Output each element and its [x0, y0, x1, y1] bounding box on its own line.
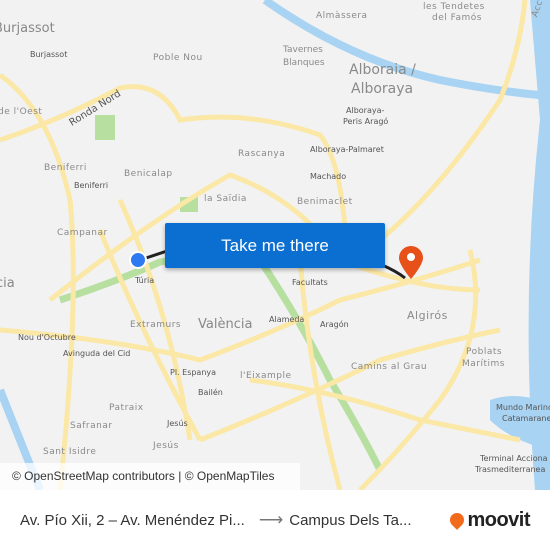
map-label: Blanques — [283, 58, 325, 68]
map-label: Jesús — [167, 419, 188, 428]
moovit-wordmark: moovit — [467, 508, 530, 531]
map-label: Terminal Acciona — [480, 454, 548, 463]
map-label: Tavernes — [283, 45, 323, 55]
map-label: València — [198, 317, 253, 332]
map-label: de l'Oest — [0, 107, 43, 117]
map-label: Safranar — [70, 421, 113, 431]
origin-marker[interactable] — [129, 251, 147, 269]
map-label: Alboraya — [351, 81, 414, 97]
map-attribution[interactable]: © OpenStreetMap contributors | © OpenMap… — [0, 463, 300, 490]
map-label: del Famós — [432, 13, 482, 23]
map-label: Beniferri — [44, 163, 87, 173]
map-label: Benicalap — [124, 169, 173, 179]
map-label: Camins al Grau — [351, 362, 428, 372]
map-label: Burjassot — [0, 21, 55, 36]
map-label: Alameda — [269, 315, 305, 324]
map-label: Burjassot — [30, 50, 68, 59]
map-label: Túria — [135, 276, 155, 285]
map-label: Bailén — [198, 388, 223, 397]
map-label: Algirós — [407, 309, 448, 322]
route-footer: Av. Pío Xii, 2 – Av. Menéndez Pi... ⟶ Ca… — [0, 490, 550, 550]
map-label: Sant Isidre — [43, 447, 97, 457]
destination-name: Campus Dels Ta... — [289, 511, 412, 529]
map-label: Extramurs — [130, 320, 182, 330]
map[interactable]: Almàssera les Tendetes del Famós Burjass… — [0, 0, 550, 490]
map-label: l'Eixample — [240, 371, 292, 381]
map-label: Trasmediterranea — [475, 465, 546, 474]
map-label: Beniferri — [74, 181, 109, 190]
map-label: Machado — [310, 172, 347, 181]
map-label: Mundo Marino — [496, 403, 550, 412]
take-me-there-button[interactable]: Take me there — [165, 223, 385, 268]
map-label: Alboraia / — [349, 62, 416, 78]
map-label: Rascanya — [238, 149, 286, 159]
map-label: Poble Nou — [153, 53, 203, 63]
map-label: Jesús — [153, 441, 179, 451]
moovit-pin-icon — [447, 510, 468, 530]
map-label: Catamaranes — [502, 414, 550, 423]
map-label: la Saïdia — [204, 194, 247, 204]
map-label: les Tendetes — [423, 2, 485, 12]
map-label: Marítims — [462, 359, 505, 369]
map-label: Nou d'Octubre — [18, 333, 76, 342]
map-label: Peris Aragó — [343, 117, 389, 126]
map-label: Facultats — [292, 278, 328, 287]
arrow-right-icon: ⟶ — [258, 510, 284, 529]
map-label: Alboraya-Palmaret — [310, 145, 384, 154]
map-label: Aragón — [320, 320, 349, 329]
map-label: cia — [0, 276, 15, 291]
map-label: Pl. Espanya — [170, 368, 217, 377]
map-label: Benimaclet — [297, 197, 353, 207]
map-label: Campanar — [57, 228, 108, 238]
destination-pin-icon[interactable] — [398, 246, 424, 280]
map-label: Almàssera — [316, 11, 368, 21]
moovit-logo[interactable]: moovit — [447, 508, 530, 532]
map-label: Poblats — [466, 347, 503, 357]
map-label: Patraix — [109, 403, 144, 413]
map-label: Avinguda del Cid — [63, 349, 131, 358]
origin-name: Av. Pío Xii, 2 – Av. Menéndez Pi... — [20, 511, 245, 529]
map-label: Alboraya- — [346, 106, 385, 115]
